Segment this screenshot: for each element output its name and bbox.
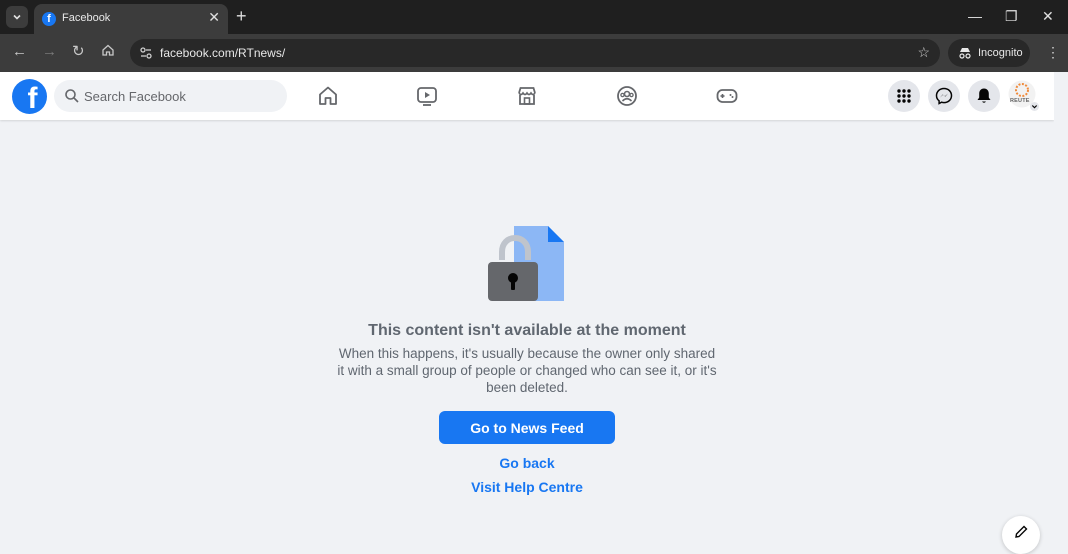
home-icon[interactable] (316, 84, 340, 108)
error-description: When this happens, it's usually because … (337, 346, 717, 395)
go-to-news-feed-button[interactable]: Go to News Feed (439, 411, 615, 444)
browser-tab-strip: f Facebook ✕ + — ❐ ✕ (0, 0, 1068, 34)
browser-menu-icon[interactable]: ⋮ (1046, 44, 1060, 61)
error-title: This content isn't available at the mome… (368, 322, 686, 339)
incognito-icon (959, 48, 971, 59)
site-info-icon[interactable] (138, 45, 154, 61)
new-message-button[interactable] (1002, 516, 1040, 554)
incognito-label: Incognito (978, 47, 1023, 59)
back-arrow-icon[interactable]: ← (12, 44, 27, 60)
address-bar[interactable]: facebook.com/RTnews/ ☆ (130, 39, 940, 67)
new-tab-button[interactable]: + (236, 6, 247, 26)
account-avatar[interactable]: REUTE (1008, 80, 1039, 112)
incognito-badge[interactable]: Incognito (948, 39, 1030, 67)
search-input[interactable] (84, 80, 279, 112)
marketplace-icon[interactable] (515, 84, 539, 108)
restore-icon[interactable]: ❐ (1005, 8, 1018, 25)
search-icon (65, 89, 79, 103)
facebook-header: f Search Facebook REUTE (0, 72, 1054, 120)
lock-icon (488, 226, 564, 301)
messenger-button[interactable] (928, 80, 960, 112)
visit-help-centre-link[interactable]: Visit Help Centre (427, 479, 627, 495)
bell-icon (977, 88, 991, 103)
browser-toolbar: ← → ↻ facebook.com/RTnews/ ☆ Incognito ⋮ (0, 34, 1068, 72)
close-tab-icon[interactable]: ✕ (208, 9, 220, 26)
groups-icon[interactable] (615, 84, 639, 108)
gaming-icon[interactable] (715, 84, 739, 108)
browser-tab[interactable]: f Facebook ✕ (34, 4, 228, 34)
facebook-logo-icon[interactable]: f (12, 79, 47, 114)
messenger-icon (935, 87, 953, 105)
url-text[interactable]: facebook.com/RTnews/ (160, 46, 285, 60)
page-scrollbar-track[interactable] (1054, 72, 1068, 534)
tab-title: Facebook (62, 12, 111, 24)
close-window-icon[interactable]: ✕ (1042, 8, 1054, 25)
chevron-down-icon (13, 14, 21, 20)
bookmark-star-icon[interactable]: ☆ (917, 44, 930, 61)
reload-icon[interactable]: ↻ (72, 44, 85, 60)
minimize-icon[interactable]: — (968, 8, 982, 24)
tab-search-button[interactable] (6, 6, 28, 28)
avatar-text: REUTE (1010, 98, 1030, 104)
notifications-button[interactable] (968, 80, 1000, 112)
forward-arrow-icon[interactable]: → (42, 44, 57, 60)
compose-icon (1015, 525, 1028, 538)
video-icon[interactable] (415, 84, 439, 108)
go-back-link[interactable]: Go back (427, 455, 627, 471)
menu-grid-icon (897, 89, 911, 103)
facebook-favicon-icon: f (42, 12, 56, 26)
home-browser-icon[interactable] (101, 43, 115, 61)
menu-button[interactable] (888, 80, 920, 112)
search-box[interactable] (54, 80, 287, 112)
chevron-down-icon[interactable] (1030, 102, 1039, 111)
